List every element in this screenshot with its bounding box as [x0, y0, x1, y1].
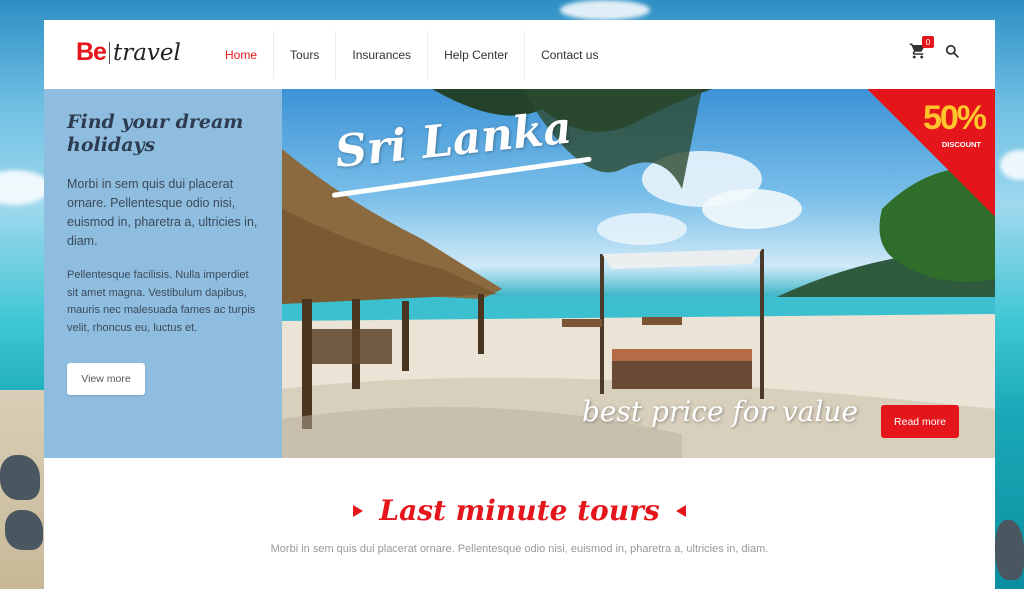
section-header: Last minute tours	[44, 494, 995, 527]
hero-banner-image: Sri Lanka 50% DISCOUNT best price for va…	[282, 89, 995, 458]
read-more-button[interactable]: Read more	[881, 405, 959, 438]
hero-sidebar: Find your dream holidays Morbi in sem qu…	[44, 89, 282, 458]
background-cloud	[560, 0, 650, 20]
promo-tagline: best price for value	[582, 395, 859, 428]
nav-item-insurances[interactable]: Insurances	[336, 30, 429, 79]
logo-be: Be	[76, 38, 107, 66]
hero-paragraph: Morbi in sem quis dui placerat ornare. P…	[67, 177, 258, 248]
cart-count-badge: 0	[922, 36, 934, 48]
section-heading: Last minute tours	[379, 494, 660, 527]
logo[interactable]: Be travel	[76, 38, 181, 67]
view-more-button[interactable]: View more	[67, 363, 145, 395]
background-rock	[5, 510, 43, 550]
hero-section: Find your dream holidays Morbi in sem qu…	[44, 89, 995, 458]
background-cloud	[0, 170, 50, 205]
logo-divider	[108, 41, 110, 64]
cart-button[interactable]: 0	[909, 36, 934, 60]
site-container: Be travel Home Tours Insurances Help Cen…	[44, 20, 995, 589]
nav-item-tours[interactable]: Tours	[274, 30, 337, 79]
nav-item-contact-us[interactable]: Contact us	[525, 31, 614, 79]
logo-travel: travel	[112, 39, 181, 66]
background-cloud	[1000, 150, 1024, 180]
arrow-left-icon	[675, 504, 686, 517]
background-rock	[995, 520, 1024, 580]
search-icon[interactable]	[945, 44, 959, 58]
nav-item-help-center[interactable]: Help Center	[428, 30, 526, 79]
main-nav: Home Tours Insurances Help Center Contac…	[209, 20, 614, 89]
discount-label: DISCOUNT	[941, 140, 981, 149]
section-subtext: Morbi in sem quis dui placerat ornare. P…	[270, 543, 769, 555]
nav-item-home[interactable]: Home	[209, 30, 275, 79]
discount-value: 50%	[922, 99, 987, 137]
header-icons: 0	[909, 36, 959, 60]
arrow-right-icon	[353, 504, 364, 517]
site-header: Be travel Home Tours Insurances Help Cen…	[44, 20, 995, 89]
discount-ribbon: 50% DISCOUNT	[867, 89, 995, 217]
hero-title: Find your dream holidays	[67, 111, 244, 156]
background-rock	[0, 455, 40, 500]
hero-paragraph-secondary: Pellentesque facilisis. Nulla imperdiet …	[67, 269, 256, 334]
